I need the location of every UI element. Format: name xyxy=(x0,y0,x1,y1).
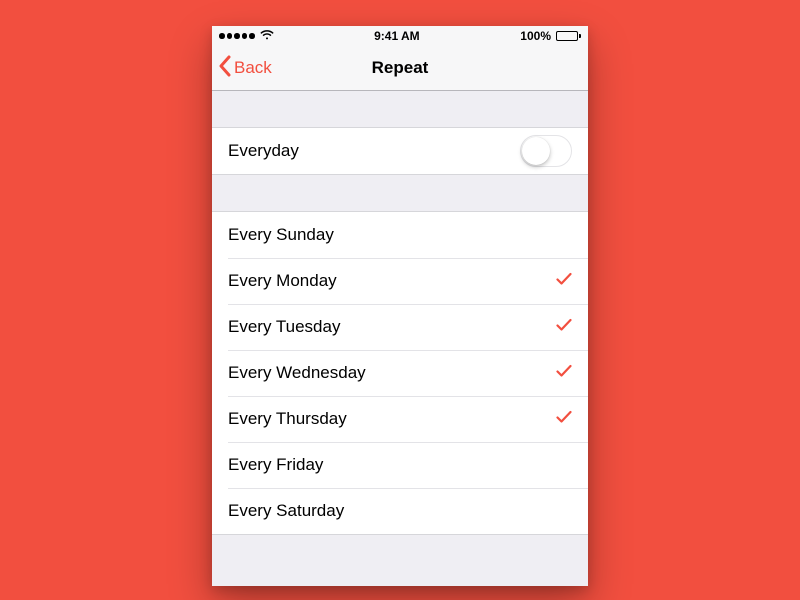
chevron-left-icon xyxy=(218,55,232,82)
checkmark-icon xyxy=(556,363,572,383)
checkmark-icon xyxy=(556,271,572,291)
status-right: 100% xyxy=(520,29,581,43)
day-row[interactable]: Every Thursday xyxy=(212,396,588,442)
everyday-label: Everyday xyxy=(228,141,299,161)
signal-dots-icon xyxy=(219,33,255,39)
day-row[interactable]: Every Saturday xyxy=(212,488,588,534)
everyday-row: Everyday xyxy=(212,128,588,174)
back-button[interactable]: Back xyxy=(212,55,272,82)
checkmark-icon xyxy=(556,317,572,337)
battery-percent: 100% xyxy=(520,29,551,43)
day-row[interactable]: Every Sunday xyxy=(212,212,588,258)
checkmark-icon xyxy=(556,409,572,429)
day-label: Every Wednesday xyxy=(228,363,366,383)
battery-icon xyxy=(556,31,581,41)
stage-background: 9:41 AM 100% Back Repeat xyxy=(0,0,800,600)
day-row[interactable]: Every Wednesday xyxy=(212,350,588,396)
day-label: Every Friday xyxy=(228,455,323,475)
day-row[interactable]: Every Tuesday xyxy=(212,304,588,350)
nav-bar: Back Repeat xyxy=(212,46,588,91)
days-section: Every Sunday Every Monday Every Tuesday Eve… xyxy=(212,211,588,535)
day-label: Every Monday xyxy=(228,271,337,291)
everyday-section: Everyday xyxy=(212,127,588,175)
phone-screen: 9:41 AM 100% Back Repeat xyxy=(212,26,588,586)
status-left xyxy=(219,29,274,43)
day-label: Every Sunday xyxy=(228,225,334,245)
day-row[interactable]: Every Friday xyxy=(212,442,588,488)
section-gap xyxy=(212,175,588,211)
day-row[interactable]: Every Monday xyxy=(212,258,588,304)
wifi-icon xyxy=(260,29,274,43)
status-time: 9:41 AM xyxy=(374,29,420,43)
everyday-toggle[interactable] xyxy=(520,135,572,167)
day-label: Every Thursday xyxy=(228,409,347,429)
section-gap xyxy=(212,91,588,127)
day-label: Every Saturday xyxy=(228,501,344,521)
back-label: Back xyxy=(234,58,272,78)
day-label: Every Tuesday xyxy=(228,317,340,337)
status-bar: 9:41 AM 100% xyxy=(212,26,588,46)
